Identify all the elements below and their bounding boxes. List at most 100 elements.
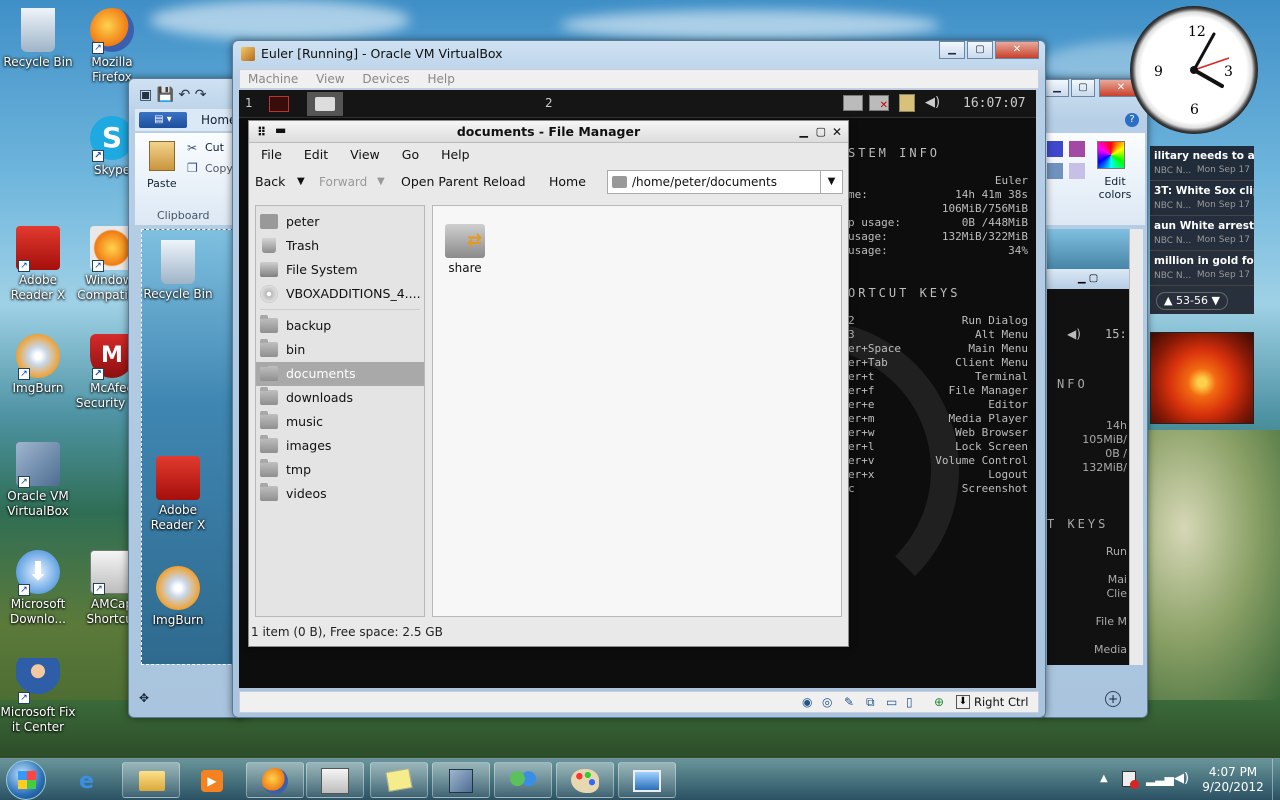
taskbar-sticky-notes[interactable] bbox=[370, 762, 428, 798]
bookmark-backup[interactable]: backup bbox=[256, 314, 424, 338]
slideshow-gadget[interactable] bbox=[1150, 332, 1254, 424]
canvas-move-handle-icon[interactable]: ✥ bbox=[139, 691, 149, 705]
color-swatch-blue[interactable] bbox=[1047, 141, 1063, 157]
forward-button[interactable]: Forward bbox=[319, 167, 367, 197]
minimize-button[interactable]: ▁ bbox=[939, 41, 965, 59]
workspace-2[interactable]: 2 bbox=[545, 96, 553, 110]
volume-icon[interactable]: ◀) bbox=[925, 95, 940, 110]
taskbar-clock[interactable]: 4:07 PM 9/20/2012 bbox=[1198, 765, 1268, 795]
menu-edit[interactable]: Edit bbox=[304, 147, 328, 162]
file-item-share[interactable]: ⇄ share bbox=[437, 220, 493, 275]
show-hidden-icons-icon[interactable]: ▲ bbox=[1100, 773, 1108, 784]
place-home[interactable]: peter bbox=[256, 210, 424, 234]
taskbar-paint[interactable] bbox=[556, 762, 614, 798]
bookmark-music[interactable]: music bbox=[256, 410, 424, 434]
desktop-icon-fixit[interactable]: ↗ Microsoft Fix it Center bbox=[0, 658, 76, 735]
menu-help[interactable]: Help bbox=[441, 147, 470, 162]
edit-colors-button[interactable]: Edit colors bbox=[1095, 175, 1135, 201]
back-dropdown-icon[interactable]: ▼ bbox=[297, 167, 305, 197]
minimize-button[interactable]: ▁ bbox=[1045, 79, 1069, 97]
bookmark-downloads[interactable]: downloads bbox=[256, 386, 424, 410]
fm-titlebar[interactable]: ⠿ ▬ documents - File Manager ▁ ▢ ✕ bbox=[249, 121, 848, 143]
paste-label[interactable]: Paste bbox=[147, 177, 177, 190]
file-view[interactable]: ⇄ share bbox=[432, 205, 842, 617]
clipboard-tray-icon[interactable] bbox=[899, 94, 915, 112]
menu-go[interactable]: Go bbox=[402, 147, 419, 162]
menu-file[interactable]: File bbox=[261, 147, 282, 162]
bookmark-images[interactable]: images bbox=[256, 434, 424, 458]
color-swatch-lightblue[interactable] bbox=[1047, 163, 1063, 179]
bookmark-videos[interactable]: videos bbox=[256, 482, 424, 506]
reload-button[interactable]: Reload bbox=[483, 167, 526, 197]
taskbar-virtualbox[interactable] bbox=[432, 762, 490, 798]
menu-view[interactable]: View bbox=[316, 72, 344, 86]
news-item[interactable]: 3T: White Sox clip ... NBC N... Mon Sep 1… bbox=[1150, 181, 1254, 216]
pager-next-icon[interactable]: ▼ bbox=[1211, 294, 1219, 307]
desktop-icon-imgburn[interactable]: ↗ ImgBurn bbox=[0, 334, 76, 396]
open-parent-button[interactable]: Open Parent bbox=[401, 167, 478, 197]
close-button[interactable]: ✕ bbox=[995, 41, 1039, 59]
optical-drive-icon[interactable]: ◎ bbox=[822, 695, 832, 709]
paste-icon[interactable] bbox=[149, 141, 175, 171]
copy-button[interactable]: Copy bbox=[205, 162, 233, 175]
maximize-button[interactable]: ▢ bbox=[1071, 79, 1095, 97]
color-swatch-lavender[interactable] bbox=[1069, 163, 1085, 179]
window-menu-icon[interactable]: ⠿ bbox=[257, 121, 266, 143]
filemanager-task-button[interactable] bbox=[307, 92, 343, 116]
desktop-icon-firefox[interactable]: ↗ Mozilla Firefox bbox=[74, 8, 150, 85]
taskbar-explorer[interactable] bbox=[122, 762, 180, 798]
shade-icon[interactable]: ▬ bbox=[275, 119, 286, 141]
taskbar-messenger[interactable] bbox=[494, 762, 552, 798]
pager-prev-icon[interactable]: ▲ bbox=[1164, 294, 1172, 307]
place-vboxadditions[interactable]: VBOXADDITIONS_4.... bbox=[256, 282, 424, 306]
network-tray-icon[interactable] bbox=[843, 95, 863, 111]
minimize-button[interactable]: ▁ bbox=[800, 121, 808, 143]
place-filesystem[interactable]: File System bbox=[256, 258, 424, 282]
desktop-icon-adobe-reader[interactable]: ↗ Adobe Reader X bbox=[0, 226, 76, 303]
path-dropdown-button[interactable]: ▼ bbox=[820, 171, 842, 193]
action-center-icon[interactable] bbox=[1122, 771, 1139, 789]
news-item[interactable]: aun White arreste... NBC N... Mon Sep 17 bbox=[1150, 216, 1254, 251]
bookmark-tmp[interactable]: tmp bbox=[256, 458, 424, 482]
network-disconnected-icon[interactable]: ✕ bbox=[869, 95, 889, 111]
display-icon[interactable]: ▯ bbox=[906, 695, 913, 709]
taskbar-media-player[interactable]: ▶ bbox=[182, 762, 240, 798]
taskbar-amcap[interactable] bbox=[306, 762, 364, 798]
menu-devices[interactable]: Devices bbox=[362, 72, 409, 86]
edit-colors-icon[interactable] bbox=[1097, 141, 1125, 169]
network-signal-icon[interactable]: ▂▃▅ bbox=[1146, 772, 1174, 786]
desktop-icon-recycle-bin[interactable]: Recycle Bin bbox=[0, 8, 76, 70]
file-manager-window[interactable]: ⠿ ▬ documents - File Manager ▁ ▢ ✕ File … bbox=[248, 120, 849, 647]
background-paint-window[interactable]: ▣ 💾 ↶ ↷ ▤ ▾ Home Paste ✂ Cut ❐ Copy Clip… bbox=[128, 78, 249, 718]
terminal-task-icon[interactable] bbox=[269, 96, 289, 112]
background-paint-window-right[interactable]: ▁ ▢ ✕ ? Edit colors ▁ ▢ 15: ◀) NFO 14h 1… bbox=[1040, 78, 1148, 718]
path-input[interactable]: /home/peter/documents ▼ bbox=[607, 170, 843, 194]
taskbar-photo-viewer[interactable] bbox=[618, 762, 676, 798]
bookmark-documents[interactable]: documents bbox=[256, 362, 424, 386]
maximize-button[interactable]: ▢ bbox=[816, 121, 826, 143]
taskbar-ie[interactable]: e bbox=[62, 762, 120, 798]
mouse-integration-icon[interactable]: ⊕ bbox=[934, 695, 944, 709]
desktop-icon-virtualbox[interactable]: ↗ Oracle VM VirtualBox bbox=[0, 442, 76, 519]
paint-canvas-right[interactable]: ▁ ▢ 15: ◀) NFO 14h 105MiB/ 0B / 132MiB/ … bbox=[1047, 229, 1129, 665]
home-button[interactable]: Home bbox=[549, 167, 586, 197]
usb-icon[interactable]: ✎ bbox=[844, 695, 854, 709]
show-desktop-button[interactable] bbox=[1272, 759, 1280, 800]
news-pager[interactable]: ▲ 53-56 ▼ bbox=[1156, 292, 1228, 310]
menu-machine[interactable]: Machine bbox=[248, 72, 298, 86]
volume-icon[interactable]: ◀) bbox=[1174, 771, 1189, 786]
menu-help[interactable]: Help bbox=[428, 72, 455, 86]
maximize-button[interactable]: ▢ bbox=[967, 41, 993, 59]
close-button[interactable]: ✕ bbox=[832, 121, 842, 143]
news-item[interactable]: million in gold fou... NBC N... Mon Sep 1… bbox=[1150, 251, 1254, 286]
file-menu-button[interactable]: ▤ ▾ bbox=[139, 112, 187, 128]
paint-canvas[interactable]: Recycle Bin Adobe Reader X ImgBurn bbox=[141, 229, 241, 665]
workspace-1[interactable]: 1 bbox=[245, 96, 253, 110]
menu-view[interactable]: View bbox=[350, 147, 380, 162]
vertical-scrollbar[interactable] bbox=[1129, 229, 1143, 665]
copy-icon[interactable]: ❐ bbox=[187, 161, 198, 175]
start-button[interactable] bbox=[6, 760, 46, 800]
cut-button[interactable]: Cut bbox=[205, 141, 224, 154]
hard-disk-icon[interactable]: ◉ bbox=[802, 695, 812, 709]
desktop-icon-ms-download[interactable]: ⬇ ↗ Microsoft Downlo... bbox=[0, 550, 76, 627]
